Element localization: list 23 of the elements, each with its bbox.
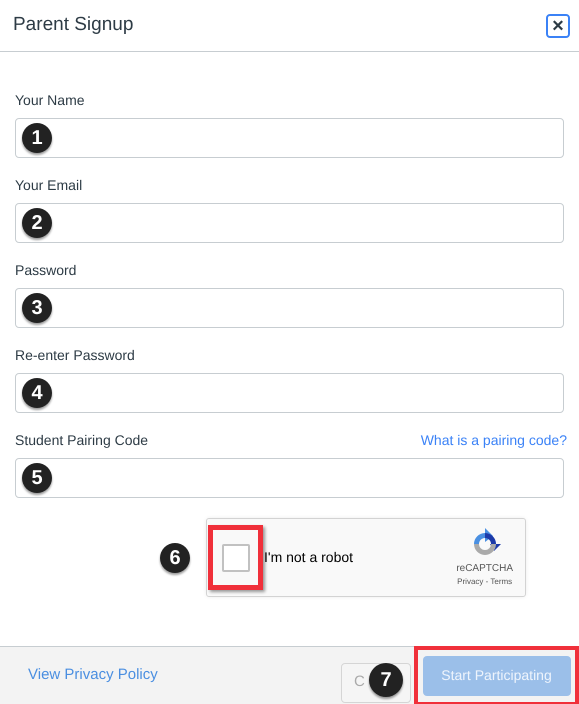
captcha-links[interactable]: Privacy - Terms [457,576,512,588]
input-field[interactable]: 4 [15,373,564,413]
field-label: Your Email [15,176,82,195]
field-label: Student Pairing Code [15,431,148,450]
number-marker: 3 [22,293,52,323]
number-marker: 4 [22,378,52,408]
number-marker: 6 [160,542,190,572]
captcha-checkbox[interactable] [222,544,250,572]
field-label: Your Name [15,91,85,110]
field-label: Password [15,261,76,280]
input-field[interactable]: 3 [15,288,564,328]
number-marker: 1 [22,123,52,153]
close-button[interactable]: × [546,14,570,38]
field-label: Re-enter Password [15,346,135,365]
number-marker: 2 [22,208,52,238]
input-field[interactable]: 5 [15,458,564,498]
window-title: Parent Signup [13,13,134,38]
input-field[interactable]: 1 [15,118,564,158]
pairing-code-link[interactable]: What is a pairing code? [420,430,567,451]
captcha-brand: reCAPTCHA [456,562,513,576]
input-field[interactable]: 2 [15,203,564,243]
captcha-label: I'm not a robot [264,548,354,567]
number-marker: 5 [22,463,52,493]
